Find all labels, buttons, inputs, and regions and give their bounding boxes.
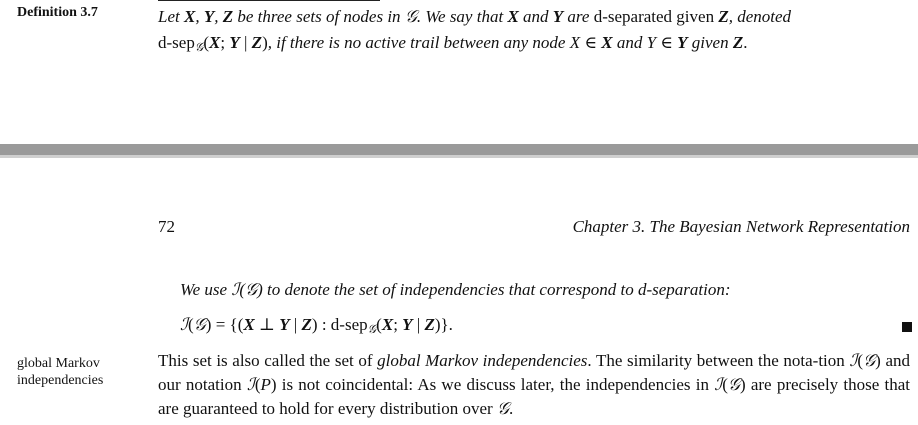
- math-Z: Z: [718, 7, 729, 26]
- math-y: Y: [646, 33, 657, 52]
- math-Z: Z: [301, 315, 312, 334]
- math-G: 𝒢: [193, 315, 206, 335]
- text: This set is also called the set of: [158, 351, 378, 370]
- math-P: P: [260, 375, 271, 394]
- intro-sentence: We use ℐ(𝒢) to denote the set of indepen…: [180, 280, 731, 300]
- term-d-separated: d-separated given: [593, 7, 719, 26]
- text: to denote the set of independencies that…: [262, 280, 731, 299]
- text: ;: [393, 315, 403, 334]
- math-Y: Y: [203, 7, 215, 26]
- text: , if there is no active trail between an…: [267, 33, 570, 52]
- definition-text: Let X, Y, Z be three sets of nodes in 𝒢.…: [158, 4, 910, 60]
- text: . We say that: [416, 7, 508, 26]
- emphasis-term: global Markov independencies: [377, 351, 588, 370]
- math-G: 𝒢: [404, 7, 417, 27]
- text: and: [612, 33, 647, 52]
- page-break-bar: [0, 144, 918, 158]
- text: .: [743, 33, 748, 52]
- math-Y: Y: [279, 315, 290, 334]
- math-Y: Y: [552, 7, 564, 26]
- running-head: Chapter 3. The Bayesian Network Represen…: [572, 217, 910, 236]
- math-X: X: [381, 315, 394, 334]
- math-Z: Z: [732, 33, 744, 52]
- perp-symbol: ⊥: [254, 315, 280, 334]
- math-Y: Y: [229, 33, 240, 52]
- math-G: 𝒢: [244, 280, 258, 300]
- definition-line-1: Let X, Y, Z be three sets of nodes in 𝒢.…: [158, 4, 910, 30]
- dsep-operator: d-sep: [158, 33, 195, 52]
- text: and: [518, 7, 553, 26]
- text: We use: [180, 280, 232, 299]
- end-of-definition-square: [902, 322, 912, 332]
- text: |: [289, 315, 302, 334]
- margin-note: global Markov independencies: [17, 355, 137, 389]
- text: = {(: [211, 315, 244, 334]
- math-G: 𝒢: [727, 375, 740, 395]
- page-number: 72: [158, 217, 175, 236]
- math-I: ℐ: [246, 375, 255, 395]
- body-paragraph: This set is also called the set of globa…: [158, 349, 910, 421]
- definition-label: Definition 3.7: [17, 5, 98, 20]
- math-I: ℐ: [714, 375, 723, 395]
- definition-line-2: d-sep𝒢(X; Y | Z), if there is no active …: [158, 30, 910, 60]
- math-X: X: [209, 33, 221, 52]
- text: ∈: [580, 33, 602, 52]
- text: Let: [158, 7, 184, 26]
- text: is not coincidental: As we discuss later…: [276, 375, 715, 394]
- text: ∈: [656, 33, 678, 52]
- text: be three sets of nodes in: [233, 7, 405, 26]
- math-G: 𝒢: [863, 351, 876, 371]
- text: given: [687, 33, 733, 52]
- text: .: [509, 399, 514, 418]
- text: ) : d-sep: [311, 315, 368, 334]
- text: )}.: [434, 315, 453, 334]
- math-G-subscript: 𝒢: [367, 322, 377, 336]
- text: ,: [195, 7, 204, 26]
- text: |: [412, 315, 425, 334]
- top-rule: [158, 0, 380, 1]
- equation: ℐ(𝒢) = {(X ⊥ Y | Z) : d-sep𝒢(X; Y | Z)}.: [180, 315, 453, 337]
- math-Z: Z: [251, 33, 263, 52]
- text: ,: [214, 7, 223, 26]
- math-X: X: [601, 33, 613, 52]
- margin-note-line: independencies: [17, 373, 104, 388]
- math-X: X: [183, 7, 196, 26]
- math-G: 𝒢: [496, 399, 510, 419]
- text: |: [239, 33, 252, 52]
- math-Z: Z: [424, 315, 435, 334]
- math-X: X: [507, 7, 519, 26]
- text: are: [563, 7, 594, 26]
- math-Z: Z: [222, 7, 234, 26]
- text: , denoted: [728, 7, 792, 26]
- math-X: X: [243, 315, 255, 334]
- text: . The similarity between the nota-tion: [587, 351, 850, 370]
- math-x: X: [569, 33, 581, 52]
- math-Y: Y: [402, 315, 413, 334]
- margin-note-line: global Markov: [17, 356, 100, 371]
- math-I: ℐ: [180, 315, 188, 335]
- math-Y: Y: [677, 33, 688, 52]
